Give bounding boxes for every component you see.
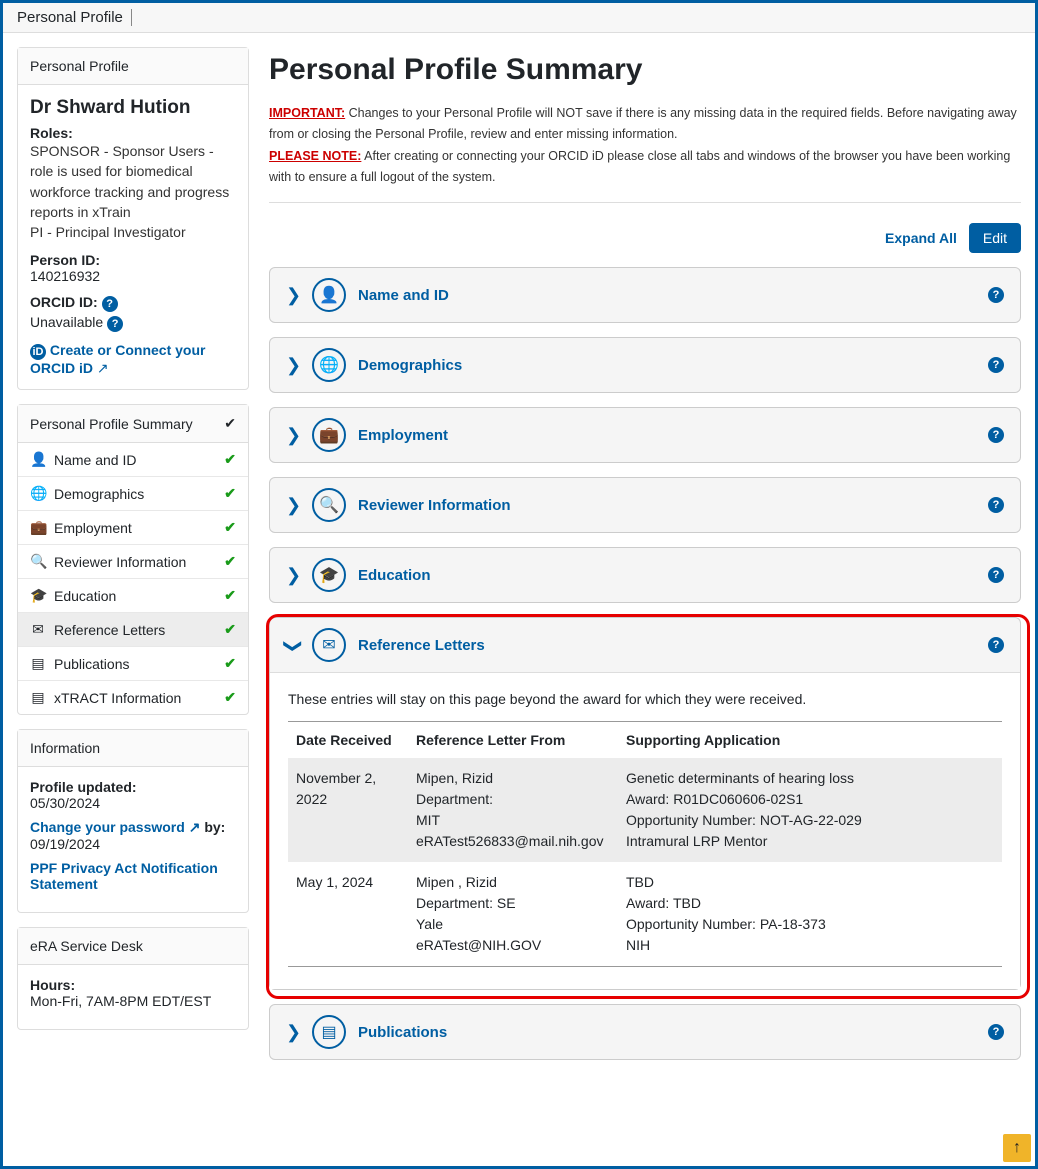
check-icon: ✔ [224,553,236,570]
please-note-notice: PLEASE NOTE: After creating or connectin… [269,146,1021,189]
book-icon: ▤ [30,655,46,672]
briefcase-icon: 💼 [312,418,346,452]
orcid-label: ORCID ID: [30,294,98,310]
graduation-icon: 🎓 [30,587,46,604]
sidebar-item-publications[interactable]: ▤Publications✔ [18,647,248,681]
hours-label: Hours: [30,977,75,993]
globe-icon: 🌐 [30,485,46,502]
external-link-icon: ↗ [189,819,201,835]
expand-all-link[interactable]: Expand All [885,230,957,246]
orcid-status: Unavailable [30,314,103,330]
sidebar-item-reference-letters[interactable]: ✉Reference Letters✔ [18,613,248,647]
help-icon[interactable]: ? [988,497,1004,513]
check-icon: ✔ [224,689,236,706]
globe-icon: 🌐 [312,348,346,382]
help-icon[interactable]: ? [988,637,1004,653]
sidebar-item-name-id[interactable]: 👤Name and ID✔ [18,443,248,477]
topbar: Personal Profile [3,3,1035,33]
check-icon: ✔ [224,485,236,502]
search-icon: 🔍 [30,553,46,570]
nav-header: Personal Profile Summary [30,416,193,432]
important-notice: IMPORTANT: Changes to your Personal Prof… [269,103,1021,146]
help-icon[interactable]: ? [107,316,123,332]
id-badge-icon: iD [30,344,46,360]
chevron-right-icon: ❯ [286,285,300,306]
search-icon: 🔍 [312,488,346,522]
sidebar-item-employment[interactable]: 💼Employment✔ [18,511,248,545]
profile-updated-date: 05/30/2024 [30,795,100,811]
page-title: Personal Profile Summary [269,53,1021,87]
reference-letters-table: Date Received Reference Letter From Supp… [288,721,1002,967]
help-icon[interactable]: ? [988,357,1004,373]
help-icon[interactable]: ? [988,567,1004,583]
profile-updated-label: Profile updated: [30,779,137,795]
person-id-label: Person ID: [30,252,236,268]
envelope-icon: ✉ [30,621,46,638]
user-icon: 👤 [30,451,46,468]
briefcase-icon: 💼 [30,519,46,536]
envelope-icon: ✉ [312,628,346,662]
external-link-icon: ↗ [97,360,109,376]
accordion-education: ❯ 🎓 Education ? [269,547,1021,603]
edit-button[interactable]: Edit [969,223,1021,253]
roles-text: SPONSOR - Sponsor Users - role is used f… [30,141,236,242]
chevron-down-icon: ❯ [283,638,304,652]
orcid-connect-link[interactable]: Create or Connect your ORCID iD [30,342,205,376]
accordion-reviewer-info: ❯ 🔍 Reviewer Information ? [269,477,1021,533]
col-supporting: Supporting Application [618,722,1002,759]
chevron-right-icon: ❯ [286,425,300,446]
profile-card-header: Personal Profile [18,48,248,85]
scroll-top-button[interactable]: ↑ [1003,1134,1031,1162]
by-label: by: [200,819,225,835]
table-row: May 1, 2024 Mipen , Rizid Department: SE… [288,862,1002,967]
change-password-link[interactable]: Change your password ↗ [30,819,200,835]
book-icon: ▤ [312,1015,346,1049]
user-icon: 👤 [312,278,346,312]
graduation-icon: 🎓 [312,558,346,592]
accordion-demographics: ❯ 🌐 Demographics ? [269,337,1021,393]
help-icon[interactable]: ? [988,287,1004,303]
privacy-link[interactable]: PPF Privacy Act Notification Statement [30,860,218,892]
help-icon[interactable]: ? [102,296,118,312]
check-icon: ✔ [224,587,236,604]
col-from: Reference Letter From [408,722,618,759]
reference-letters-hint: These entries will stay on this page bey… [288,691,1002,707]
book-icon: ▤ [30,689,46,706]
chevron-right-icon: ❯ [286,495,300,516]
sidebar-item-education[interactable]: 🎓Education✔ [18,579,248,613]
col-date: Date Received [288,722,408,759]
help-icon[interactable]: ? [988,1024,1004,1040]
accordion-employment: ❯ 💼 Employment ? [269,407,1021,463]
service-header: eRA Service Desk [18,928,248,965]
chevron-right-icon: ❯ [286,565,300,586]
sidebar-item-xtract[interactable]: ▤xTRACT Information✔ [18,681,248,714]
profile-name: Dr Shward Hution [30,97,236,119]
check-icon: ✔ [224,519,236,536]
by-date: 09/19/2024 [30,836,100,852]
topbar-title: Personal Profile [17,9,132,26]
info-header: Information [18,730,248,767]
check-icon: ✔ [224,415,236,432]
check-icon: ✔ [224,621,236,638]
accordion-reference-letters: ❯ ✉ Reference Letters ? These entries wi… [269,617,1021,990]
check-icon: ✔ [224,451,236,468]
accordion-name-id: ❯ 👤 Name and ID ? [269,267,1021,323]
table-row: November 2, 2022 Mipen, Rizid Department… [288,758,1002,862]
help-icon[interactable]: ? [988,427,1004,443]
roles-label: Roles: [30,125,236,141]
hours: Mon-Fri, 7AM-8PM EDT/EST [30,993,211,1009]
check-icon: ✔ [224,655,236,672]
accordion-publications: ❯ ▤ Publications ? [269,1004,1021,1060]
chevron-right-icon: ❯ [286,1022,300,1043]
person-id: 140216932 [30,268,236,284]
sidebar-item-demographics[interactable]: 🌐Demographics✔ [18,477,248,511]
sidebar-item-reviewer-info[interactable]: 🔍Reviewer Information✔ [18,545,248,579]
chevron-right-icon: ❯ [286,355,300,376]
